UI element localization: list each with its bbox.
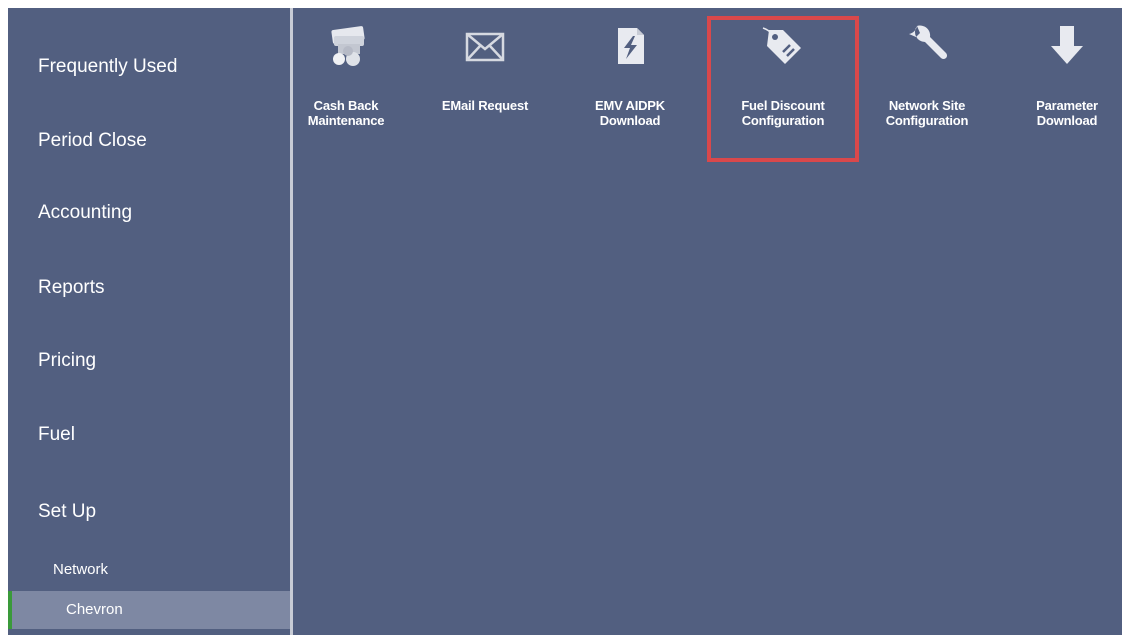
- tile-label-line1: Cash Back: [313, 98, 379, 113]
- tile-label-line2: Configuration: [741, 113, 825, 128]
- price-tag-icon: [759, 24, 807, 72]
- sidebar-item-fuel[interactable]: Fuel: [8, 424, 290, 446]
- sidebar-subitem-chevron[interactable]: Chevron: [8, 591, 290, 629]
- tile-email-request[interactable]: EMail Request: [430, 8, 540, 158]
- tile-label-line2: Configuration: [885, 113, 969, 128]
- tile-parameter-download[interactable]: Parameter Download: [1020, 8, 1114, 158]
- document-icon: [606, 22, 654, 70]
- download-arrow-icon: [1043, 22, 1091, 70]
- tile-label-line1: EMail Request: [441, 98, 529, 113]
- tile-network-site-configuration[interactable]: Network Site Configuration: [872, 8, 982, 158]
- tile-label-line2: Maintenance: [307, 113, 385, 128]
- sidebar-subitem-network[interactable]: Network: [8, 561, 290, 578]
- sidebar-subitem-label: Chevron: [66, 601, 123, 618]
- sidebar-item-set-up[interactable]: Set Up: [8, 501, 290, 523]
- sidebar-item-reports[interactable]: Reports: [8, 277, 290, 299]
- cash-back-icon: [322, 22, 370, 70]
- sidebar-item-frequently-used[interactable]: Frequently Used: [8, 56, 290, 78]
- sidebar-item-period-close[interactable]: Period Close: [8, 130, 290, 152]
- app-window: Frequently Used Period Close Accounting …: [8, 8, 1122, 635]
- tile-label-line1: Network Site: [888, 98, 966, 113]
- selection-accent-bar: [8, 591, 12, 629]
- tile-fuel-discount-configuration[interactable]: Fuel Discount Configuration: [707, 16, 859, 162]
- tile-emv-aidpk-download[interactable]: EMV AIDPK Download: [580, 8, 680, 158]
- sidebar-item-pricing[interactable]: Pricing: [8, 350, 290, 372]
- tile-label-line1: Fuel Discount: [741, 98, 825, 113]
- sidebar: Frequently Used Period Close Accounting …: [8, 8, 290, 635]
- tile-cash-back-maintenance[interactable]: Cash Back Maintenance: [298, 8, 394, 158]
- wrench-icon: [903, 22, 951, 70]
- sidebar-item-accounting[interactable]: Accounting: [8, 202, 290, 224]
- envelope-icon: [461, 22, 509, 70]
- pane-divider[interactable]: [290, 8, 293, 635]
- tile-label-line1: EMV AIDPK: [595, 98, 665, 113]
- tile-label-line2: Download: [599, 113, 661, 128]
- tile-label-line2: Download: [1036, 113, 1098, 128]
- tile-label-line1: Parameter: [1036, 98, 1098, 113]
